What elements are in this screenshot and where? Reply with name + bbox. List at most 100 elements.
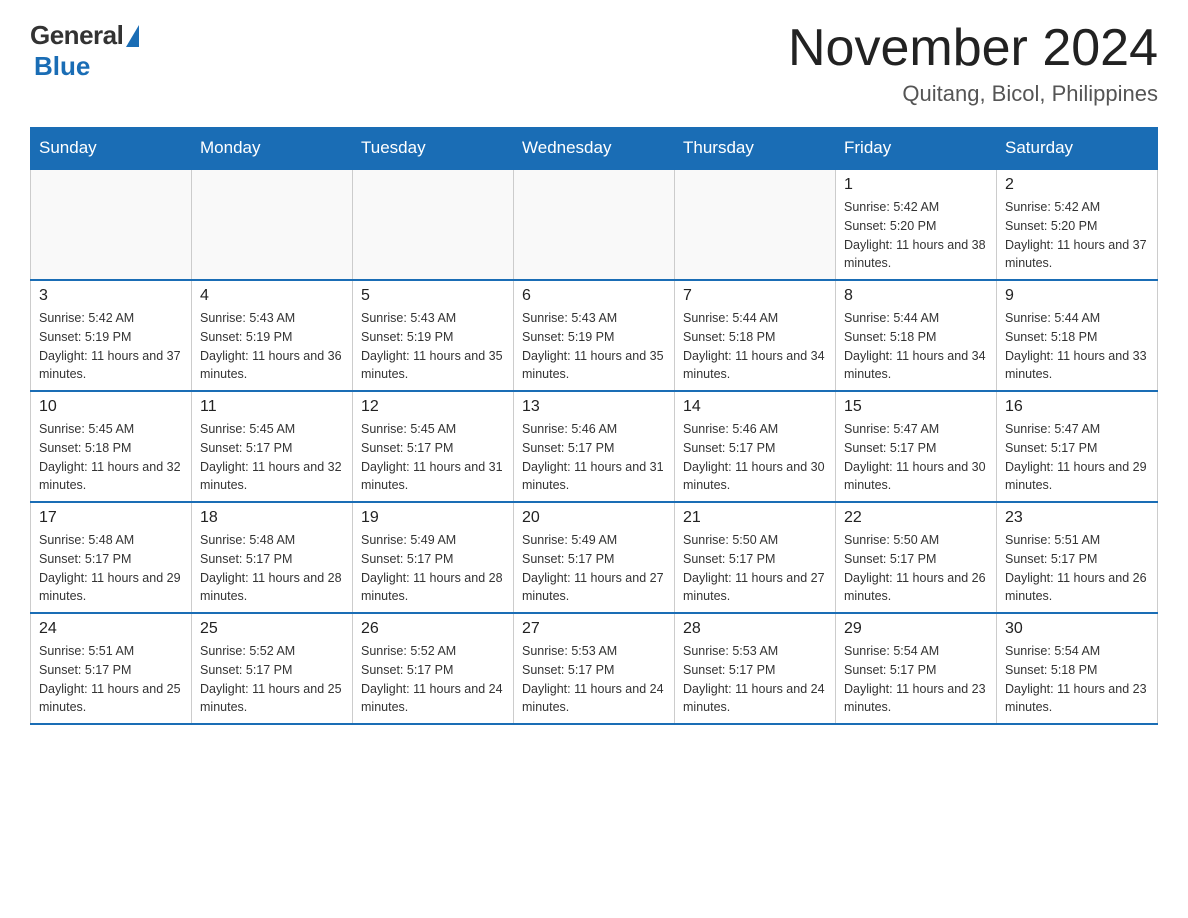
day-info: Sunrise: 5:45 AM Sunset: 5:17 PM Dayligh… (361, 420, 505, 495)
day-number: 27 (522, 620, 666, 638)
calendar-cell: 25 Sunrise: 5:52 AM Sunset: 5:17 PM Dayli… (192, 613, 353, 724)
calendar-cell: 28 Sunrise: 5:53 AM Sunset: 5:17 PM Dayli… (675, 613, 836, 724)
day-number: 13 (522, 398, 666, 416)
day-info: Sunrise: 5:53 AM Sunset: 5:17 PM Dayligh… (522, 642, 666, 717)
calendar-cell: 14Sunrise: 5:46 AM Sunset: 5:17 PM Dayli… (675, 391, 836, 502)
calendar-cell: 17 Sunrise: 5:48 AM Sunset: 5:17 PM Dayli… (31, 502, 192, 613)
calendar-header-tuesday: Tuesday (353, 128, 514, 170)
day-info: Sunrise: 5:48 AM Sunset: 5:17 PM Dayligh… (200, 531, 344, 606)
location-title: Quitang, Bicol, Philippines (788, 81, 1158, 107)
calendar-header-saturday: Saturday (997, 128, 1158, 170)
calendar-header-monday: Monday (192, 128, 353, 170)
day-info: Sunrise: 5:43 AM Sunset: 5:19 PM Dayligh… (522, 309, 666, 384)
calendar-week-row: 10Sunrise: 5:45 AM Sunset: 5:18 PM Dayli… (31, 391, 1158, 502)
calendar-cell: 5 Sunrise: 5:43 AM Sunset: 5:19 PM Daylig… (353, 280, 514, 391)
day-number: 26 (361, 620, 505, 638)
day-info: Sunrise: 5:44 AM Sunset: 5:18 PM Dayligh… (683, 309, 827, 384)
calendar-cell: 9 Sunrise: 5:44 AM Sunset: 5:18 PM Daylig… (997, 280, 1158, 391)
calendar-cell: 26 Sunrise: 5:52 AM Sunset: 5:17 PM Dayli… (353, 613, 514, 724)
day-info: Sunrise: 5:44 AM Sunset: 5:18 PM Dayligh… (844, 309, 988, 384)
day-number: 23 (1005, 509, 1149, 527)
calendar-cell: 20Sunrise: 5:49 AM Sunset: 5:17 PM Dayli… (514, 502, 675, 613)
day-number: 14 (683, 398, 827, 416)
day-number: 22 (844, 509, 988, 527)
day-info: Sunrise: 5:47 AM Sunset: 5:17 PM Dayligh… (1005, 420, 1149, 495)
calendar-cell (31, 169, 192, 280)
calendar-cell: 8 Sunrise: 5:44 AM Sunset: 5:18 PM Daylig… (836, 280, 997, 391)
day-number: 19 (361, 509, 505, 527)
day-info: Sunrise: 5:48 AM Sunset: 5:17 PM Dayligh… (39, 531, 183, 606)
day-number: 4 (200, 287, 344, 305)
day-number: 17 (39, 509, 183, 527)
calendar-cell: 19 Sunrise: 5:49 AM Sunset: 5:17 PM Dayli… (353, 502, 514, 613)
calendar-table: SundayMondayTuesdayWednesdayThursdayFrid… (30, 127, 1158, 725)
day-info: Sunrise: 5:50 AM Sunset: 5:17 PM Dayligh… (844, 531, 988, 606)
day-info: Sunrise: 5:54 AM Sunset: 5:17 PM Dayligh… (844, 642, 988, 717)
calendar-cell: 29 Sunrise: 5:54 AM Sunset: 5:17 PM Dayli… (836, 613, 997, 724)
calendar-cell: 4 Sunrise: 5:43 AM Sunset: 5:19 PM Daylig… (192, 280, 353, 391)
calendar-cell (192, 169, 353, 280)
day-info: Sunrise: 5:51 AM Sunset: 5:17 PM Dayligh… (39, 642, 183, 717)
calendar-cell: 16 Sunrise: 5:47 AM Sunset: 5:17 PM Dayli… (997, 391, 1158, 502)
day-number: 5 (361, 287, 505, 305)
calendar-header-wednesday: Wednesday (514, 128, 675, 170)
logo-blue-text: Blue (34, 51, 90, 81)
calendar-cell: 1 Sunrise: 5:42 AM Sunset: 5:20 PM Daylig… (836, 169, 997, 280)
calendar-cell (675, 169, 836, 280)
calendar-cell: 12Sunrise: 5:45 AM Sunset: 5:17 PM Dayli… (353, 391, 514, 502)
day-info: Sunrise: 5:44 AM Sunset: 5:18 PM Dayligh… (1005, 309, 1149, 384)
day-number: 16 (1005, 398, 1149, 416)
day-info: Sunrise: 5:42 AM Sunset: 5:20 PM Dayligh… (844, 198, 988, 273)
day-number: 18 (200, 509, 344, 527)
calendar-cell: 10Sunrise: 5:45 AM Sunset: 5:18 PM Dayli… (31, 391, 192, 502)
month-title: November 2024 (788, 20, 1158, 77)
calendar-cell: 15Sunrise: 5:47 AM Sunset: 5:17 PM Dayli… (836, 391, 997, 502)
calendar-cell: 22 Sunrise: 5:50 AM Sunset: 5:17 PM Dayli… (836, 502, 997, 613)
day-number: 25 (200, 620, 344, 638)
logo-general-text: General (30, 20, 123, 51)
day-number: 10 (39, 398, 183, 416)
day-number: 8 (844, 287, 988, 305)
day-number: 9 (1005, 287, 1149, 305)
calendar-week-row: 17 Sunrise: 5:48 AM Sunset: 5:17 PM Dayli… (31, 502, 1158, 613)
day-number: 2 (1005, 176, 1149, 194)
day-info: Sunrise: 5:43 AM Sunset: 5:19 PM Dayligh… (361, 309, 505, 384)
calendar-cell: 23 Sunrise: 5:51 AM Sunset: 5:17 PM Dayli… (997, 502, 1158, 613)
calendar-week-row: 3Sunrise: 5:42 AM Sunset: 5:19 PM Daylig… (31, 280, 1158, 391)
calendar-header-thursday: Thursday (675, 128, 836, 170)
calendar-header-friday: Friday (836, 128, 997, 170)
calendar-cell: 24 Sunrise: 5:51 AM Sunset: 5:17 PM Dayli… (31, 613, 192, 724)
day-info: Sunrise: 5:43 AM Sunset: 5:19 PM Dayligh… (200, 309, 344, 384)
day-info: Sunrise: 5:52 AM Sunset: 5:17 PM Dayligh… (361, 642, 505, 717)
day-number: 11 (200, 398, 344, 416)
calendar-week-row: 24 Sunrise: 5:51 AM Sunset: 5:17 PM Dayli… (31, 613, 1158, 724)
logo: General Blue (30, 20, 139, 82)
day-number: 1 (844, 176, 988, 194)
day-number: 24 (39, 620, 183, 638)
calendar-cell (353, 169, 514, 280)
day-info: Sunrise: 5:53 AM Sunset: 5:17 PM Dayligh… (683, 642, 827, 717)
day-number: 15 (844, 398, 988, 416)
calendar-cell: 27 Sunrise: 5:53 AM Sunset: 5:17 PM Dayli… (514, 613, 675, 724)
day-number: 21 (683, 509, 827, 527)
day-number: 28 (683, 620, 827, 638)
day-info: Sunrise: 5:49 AM Sunset: 5:17 PM Dayligh… (522, 531, 666, 606)
calendar-cell: 6 Sunrise: 5:43 AM Sunset: 5:19 PM Daylig… (514, 280, 675, 391)
calendar-header-sunday: Sunday (31, 128, 192, 170)
day-info: Sunrise: 5:49 AM Sunset: 5:17 PM Dayligh… (361, 531, 505, 606)
day-info: Sunrise: 5:51 AM Sunset: 5:17 PM Dayligh… (1005, 531, 1149, 606)
day-info: Sunrise: 5:52 AM Sunset: 5:17 PM Dayligh… (200, 642, 344, 717)
calendar-week-row: 1 Sunrise: 5:42 AM Sunset: 5:20 PM Daylig… (31, 169, 1158, 280)
calendar-cell: 13Sunrise: 5:46 AM Sunset: 5:17 PM Dayli… (514, 391, 675, 502)
calendar-cell: 7Sunrise: 5:44 AM Sunset: 5:18 PM Daylig… (675, 280, 836, 391)
day-info: Sunrise: 5:45 AM Sunset: 5:17 PM Dayligh… (200, 420, 344, 495)
day-number: 6 (522, 287, 666, 305)
day-number: 3 (39, 287, 183, 305)
calendar-cell: 18 Sunrise: 5:48 AM Sunset: 5:17 PM Dayli… (192, 502, 353, 613)
title-section: November 2024 Quitang, Bicol, Philippine… (788, 20, 1158, 107)
calendar-cell (514, 169, 675, 280)
calendar-cell: 11 Sunrise: 5:45 AM Sunset: 5:17 PM Dayli… (192, 391, 353, 502)
day-info: Sunrise: 5:42 AM Sunset: 5:20 PM Dayligh… (1005, 198, 1149, 273)
calendar-cell: 30Sunrise: 5:54 AM Sunset: 5:18 PM Dayli… (997, 613, 1158, 724)
day-number: 29 (844, 620, 988, 638)
